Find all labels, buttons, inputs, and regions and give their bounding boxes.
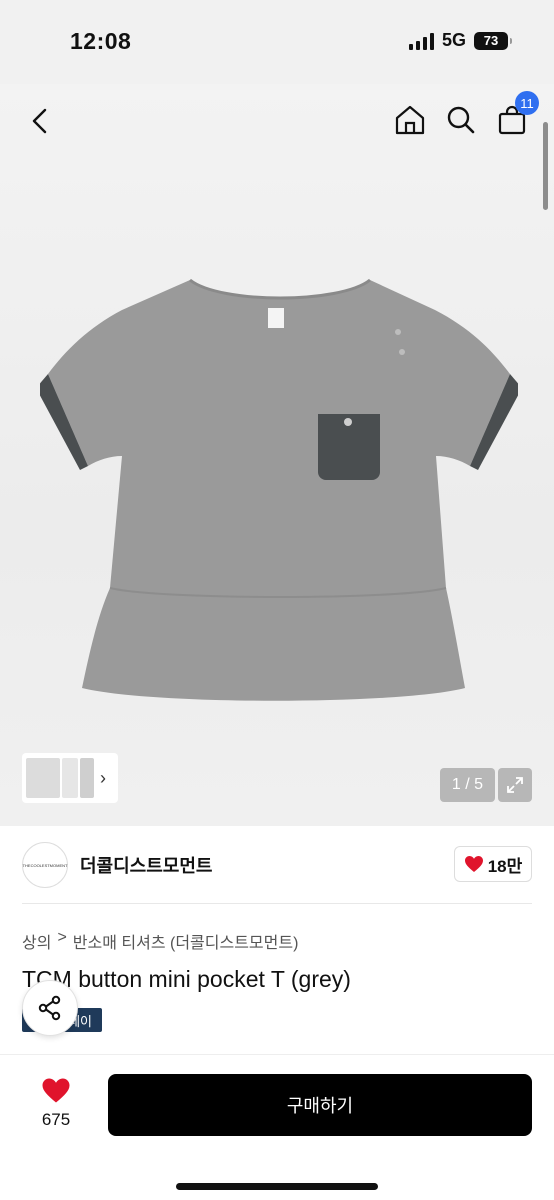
shop-like-button[interactable]: 18만: [454, 846, 532, 882]
expand-button[interactable]: [498, 768, 532, 802]
thumbnail-strip[interactable]: ›: [22, 753, 118, 803]
buy-button[interactable]: 구매하기: [108, 1074, 532, 1136]
breadcrumb: 상의 > 반소매 티셔츠 (더콜디스트모먼트): [22, 929, 298, 953]
bottom-action-bar: 675 구매하기: [0, 1054, 554, 1200]
expand-icon: [507, 777, 523, 793]
share-button[interactable]: [22, 980, 78, 1036]
shop-name[interactable]: 더콜디스트모먼트: [80, 852, 212, 878]
top-nav: 11: [0, 91, 554, 147]
image-pager: 1 / 5: [440, 768, 495, 802]
wish-button[interactable]: 675: [28, 1077, 84, 1137]
home-button[interactable]: [391, 101, 429, 139]
breadcrumb-subcategory[interactable]: 반소매 티셔츠 (더콜디스트모먼트): [73, 929, 299, 953]
shop-logo[interactable]: THECOOLESTMOMENT: [22, 842, 68, 888]
thumbnail-1[interactable]: [26, 758, 60, 798]
back-icon: [32, 108, 47, 134]
thumbnail-3[interactable]: [80, 758, 94, 798]
heart-icon: [42, 1078, 70, 1103]
share-icon: [38, 995, 61, 1021]
search-icon: [447, 106, 475, 134]
thumbnail-2[interactable]: [62, 758, 78, 798]
chevron-right-icon[interactable]: ›: [100, 768, 106, 789]
heart-icon: [464, 856, 483, 872]
wish-count: 675: [41, 1110, 71, 1129]
home-icon: [395, 105, 425, 135]
network-label: 5G: [441, 30, 466, 50]
breadcrumb-category[interactable]: 상의: [22, 929, 51, 953]
shop-row[interactable]: THECOOLESTMOMENT 더콜디스트모먼트 18만: [22, 840, 532, 890]
home-indicator: [176, 1183, 378, 1190]
signal-icon: [408, 32, 434, 50]
search-button[interactable]: [442, 101, 480, 139]
status-bar: 12:08 5G 73: [0, 0, 554, 84]
scrollbar[interactable]: [543, 122, 548, 210]
status-indicators: 5G 73: [408, 30, 512, 51]
cart-button[interactable]: 11: [493, 91, 539, 139]
cart-count-badge: 11: [515, 91, 539, 115]
status-time: 12:08: [70, 28, 132, 54]
shop-like-count: 18만: [487, 856, 523, 876]
product-image: [40, 278, 518, 701]
divider: [22, 903, 532, 904]
breadcrumb-separator: >: [57, 929, 67, 946]
back-button[interactable]: [22, 103, 58, 139]
battery-icon: 73: [474, 31, 512, 50]
